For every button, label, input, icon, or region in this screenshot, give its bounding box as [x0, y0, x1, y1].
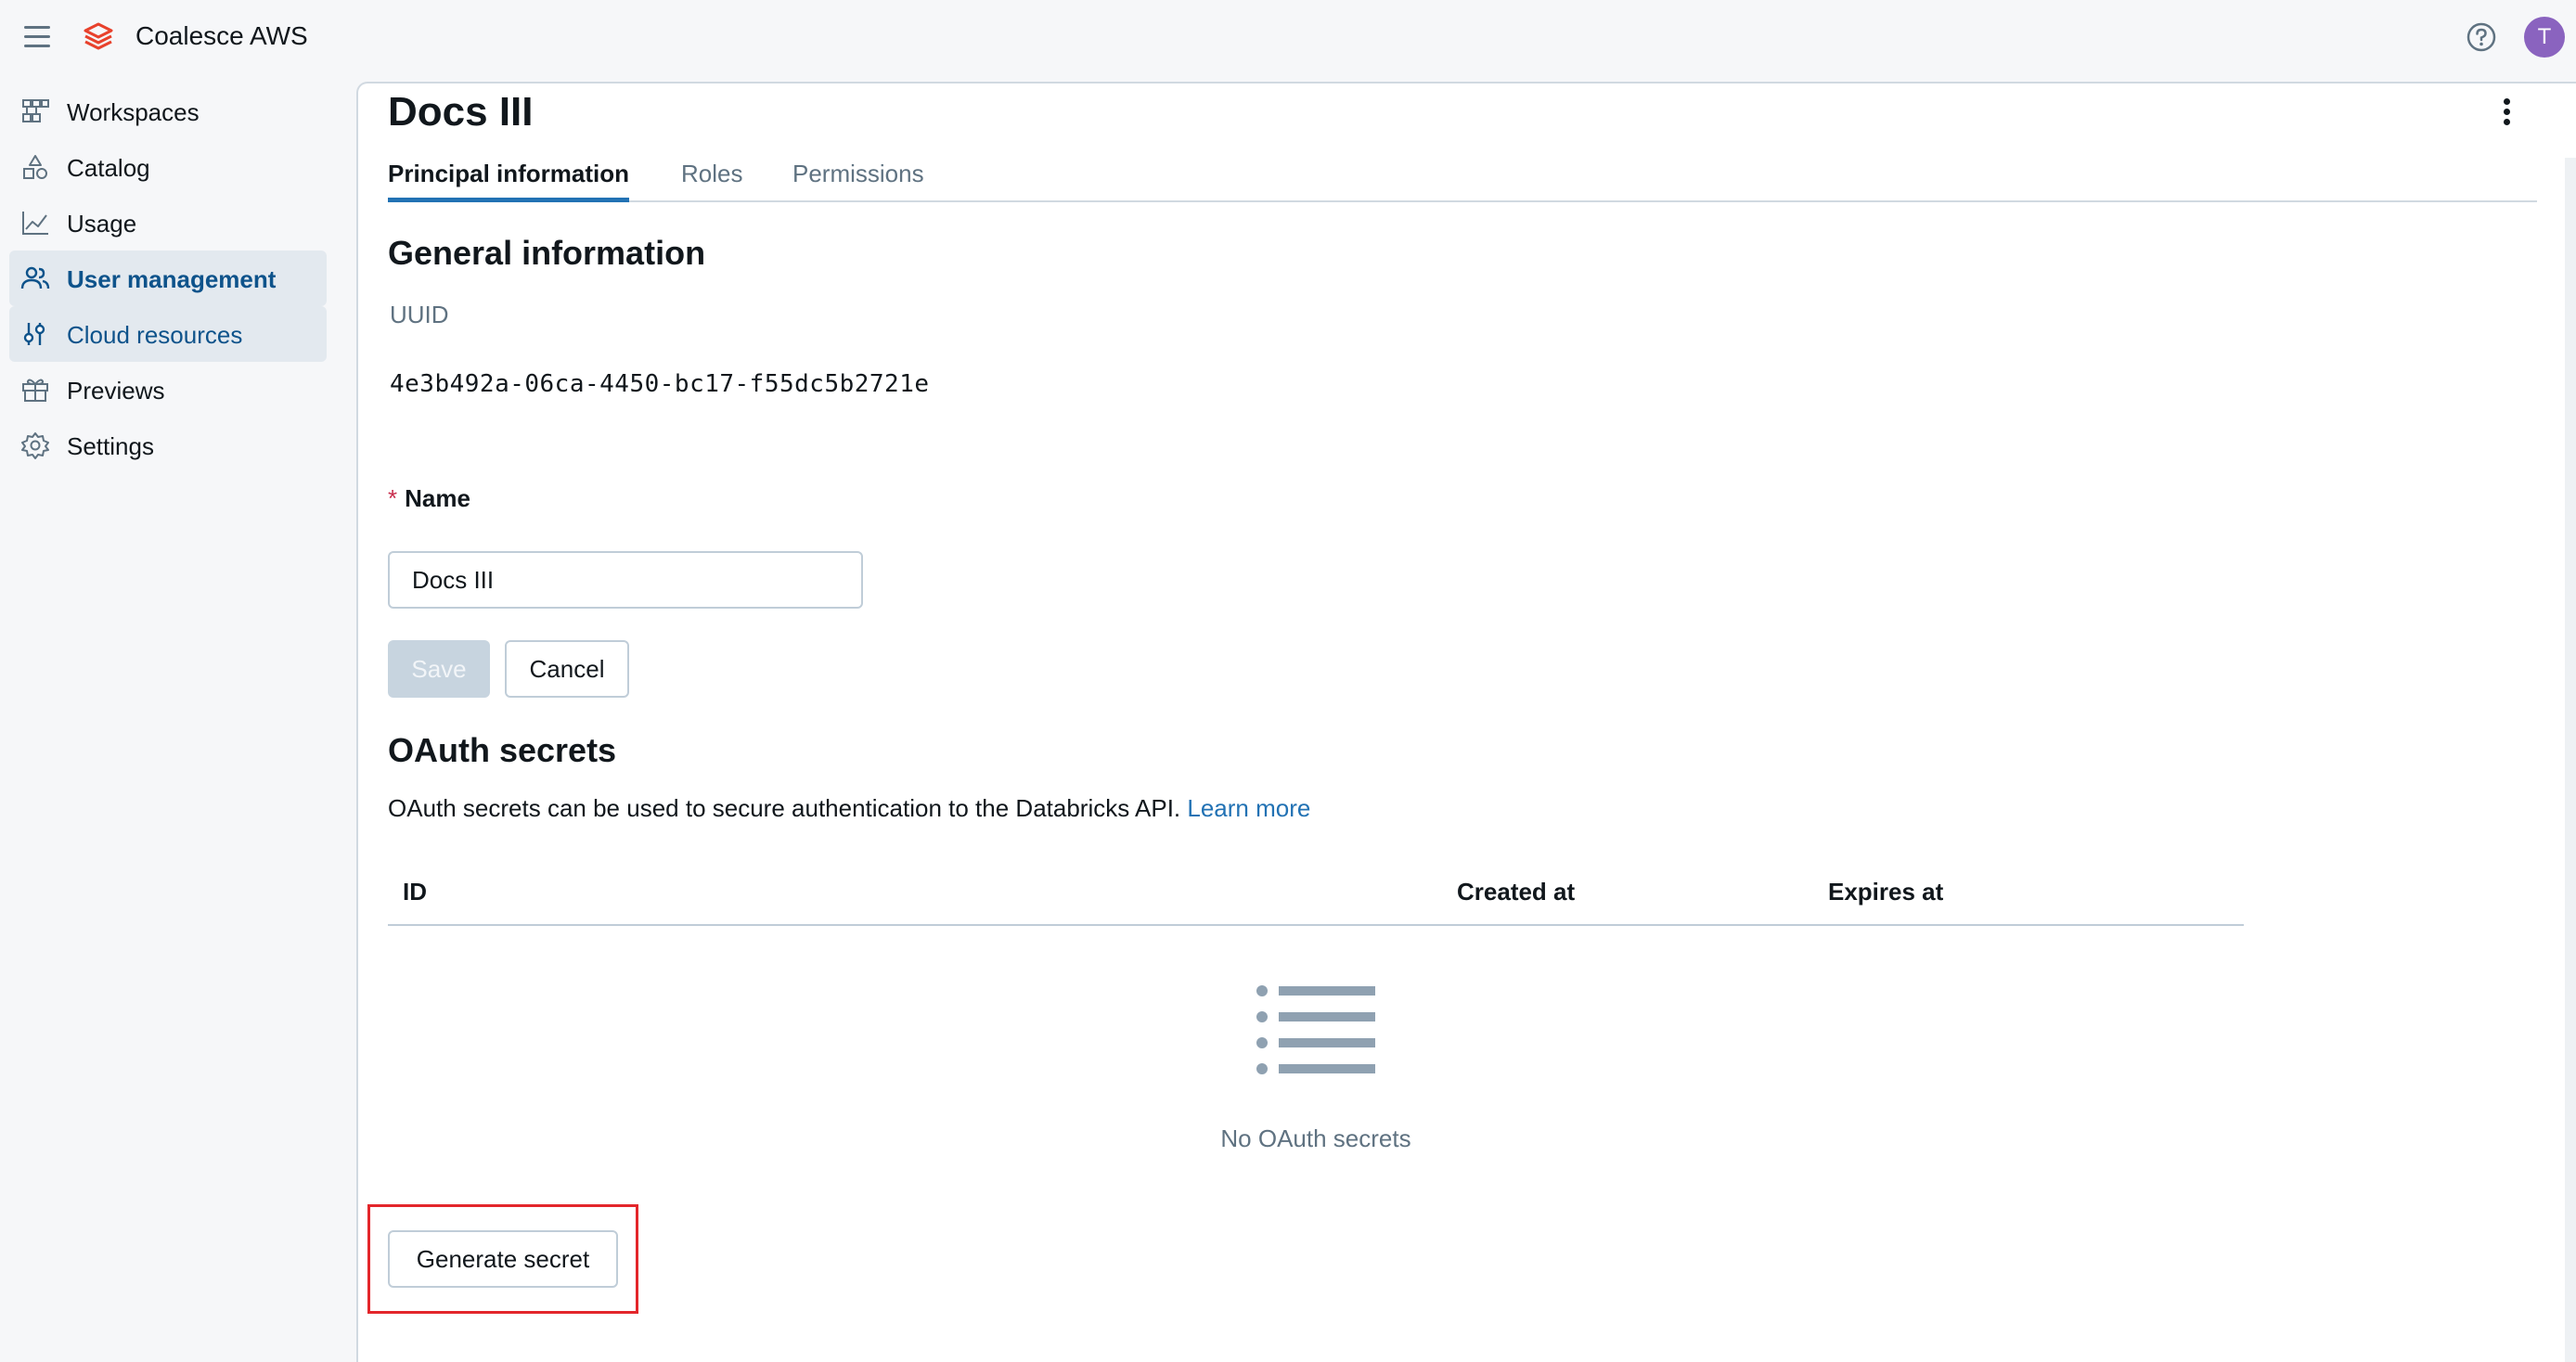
sidebar-item-label: Workspaces — [67, 98, 200, 126]
sidebar-item-label: User management — [67, 265, 277, 293]
usage-chart-icon — [22, 212, 48, 235]
sidebar: Workspaces Catalog Usage User management — [0, 84, 334, 473]
user-avatar[interactable]: T — [2524, 17, 2565, 58]
sidebar-item-label: Previews — [67, 377, 165, 405]
app-title: Coalesce AWS — [135, 21, 308, 50]
sidebar-item-workspaces[interactable]: Workspaces — [9, 84, 327, 139]
sidebar-item-label: Settings — [67, 432, 154, 460]
tab-permissions[interactable]: Permissions — [792, 160, 924, 198]
required-marker: * — [388, 484, 398, 512]
oauth-table-header: ID Created at Expires at — [388, 868, 2244, 926]
oauth-description-text: OAuth secrets can be used to secure auth… — [388, 794, 1181, 822]
column-header-created-at[interactable]: Created at — [1457, 878, 1575, 906]
uuid-value: 4e3b492a-06ca-4450-bc17-f55dc5b2721e — [390, 370, 930, 398]
oauth-description: OAuth secrets can be used to secure auth… — [388, 794, 1310, 823]
name-field-label: * Name — [388, 484, 470, 513]
cancel-button[interactable]: Cancel — [505, 640, 629, 698]
scrollbar[interactable] — [2565, 158, 2576, 1362]
tab-roles[interactable]: Roles — [681, 160, 742, 198]
sidebar-item-catalog[interactable]: Catalog — [9, 139, 327, 195]
empty-list-icon — [1256, 985, 1375, 1074]
empty-state-text: No OAuth secrets — [1220, 1124, 1411, 1152]
tab-bar: Principal information Roles Permissions — [388, 156, 2537, 202]
help-icon[interactable] — [2465, 20, 2498, 54]
gift-icon — [22, 379, 48, 402]
catalog-icon — [23, 155, 47, 179]
gear-icon — [21, 432, 49, 459]
name-label-text: Name — [405, 484, 470, 512]
tab-principal-information[interactable]: Principal information — [388, 160, 630, 202]
uuid-label: UUID — [390, 301, 449, 328]
column-header-expires-at[interactable]: Expires at — [1828, 878, 1943, 906]
general-information-heading: General information — [388, 234, 706, 272]
sidebar-item-user-management[interactable]: User management — [9, 251, 327, 306]
learn-more-link[interactable]: Learn more — [1187, 794, 1310, 822]
oauth-secrets-heading: OAuth secrets — [388, 731, 617, 769]
column-header-id[interactable]: ID — [403, 878, 427, 906]
main-panel — [356, 82, 2576, 1362]
sidebar-item-cloud-resources[interactable]: Cloud resources — [9, 306, 327, 362]
users-icon — [20, 266, 50, 289]
cloud-resources-icon — [23, 323, 45, 345]
sidebar-item-label: Cloud resources — [67, 321, 243, 349]
name-input[interactable] — [388, 551, 863, 609]
databricks-logo-icon — [84, 22, 113, 50]
sidebar-item-settings[interactable]: Settings — [9, 418, 327, 473]
top-bar: Coalesce AWS T — [0, 0, 2576, 74]
sidebar-item-usage[interactable]: Usage — [9, 195, 327, 251]
generate-secret-button[interactable]: Generate secret — [388, 1230, 618, 1288]
menu-icon[interactable] — [20, 22, 54, 52]
workspaces-icon — [22, 99, 49, 122]
more-options-icon[interactable] — [2496, 95, 2517, 128]
sidebar-item-label: Usage — [67, 210, 137, 238]
page-title: Docs III — [388, 89, 534, 135]
save-button[interactable]: Save — [388, 640, 490, 698]
sidebar-item-label: Catalog — [67, 154, 150, 182]
sidebar-item-previews[interactable]: Previews — [9, 362, 327, 418]
